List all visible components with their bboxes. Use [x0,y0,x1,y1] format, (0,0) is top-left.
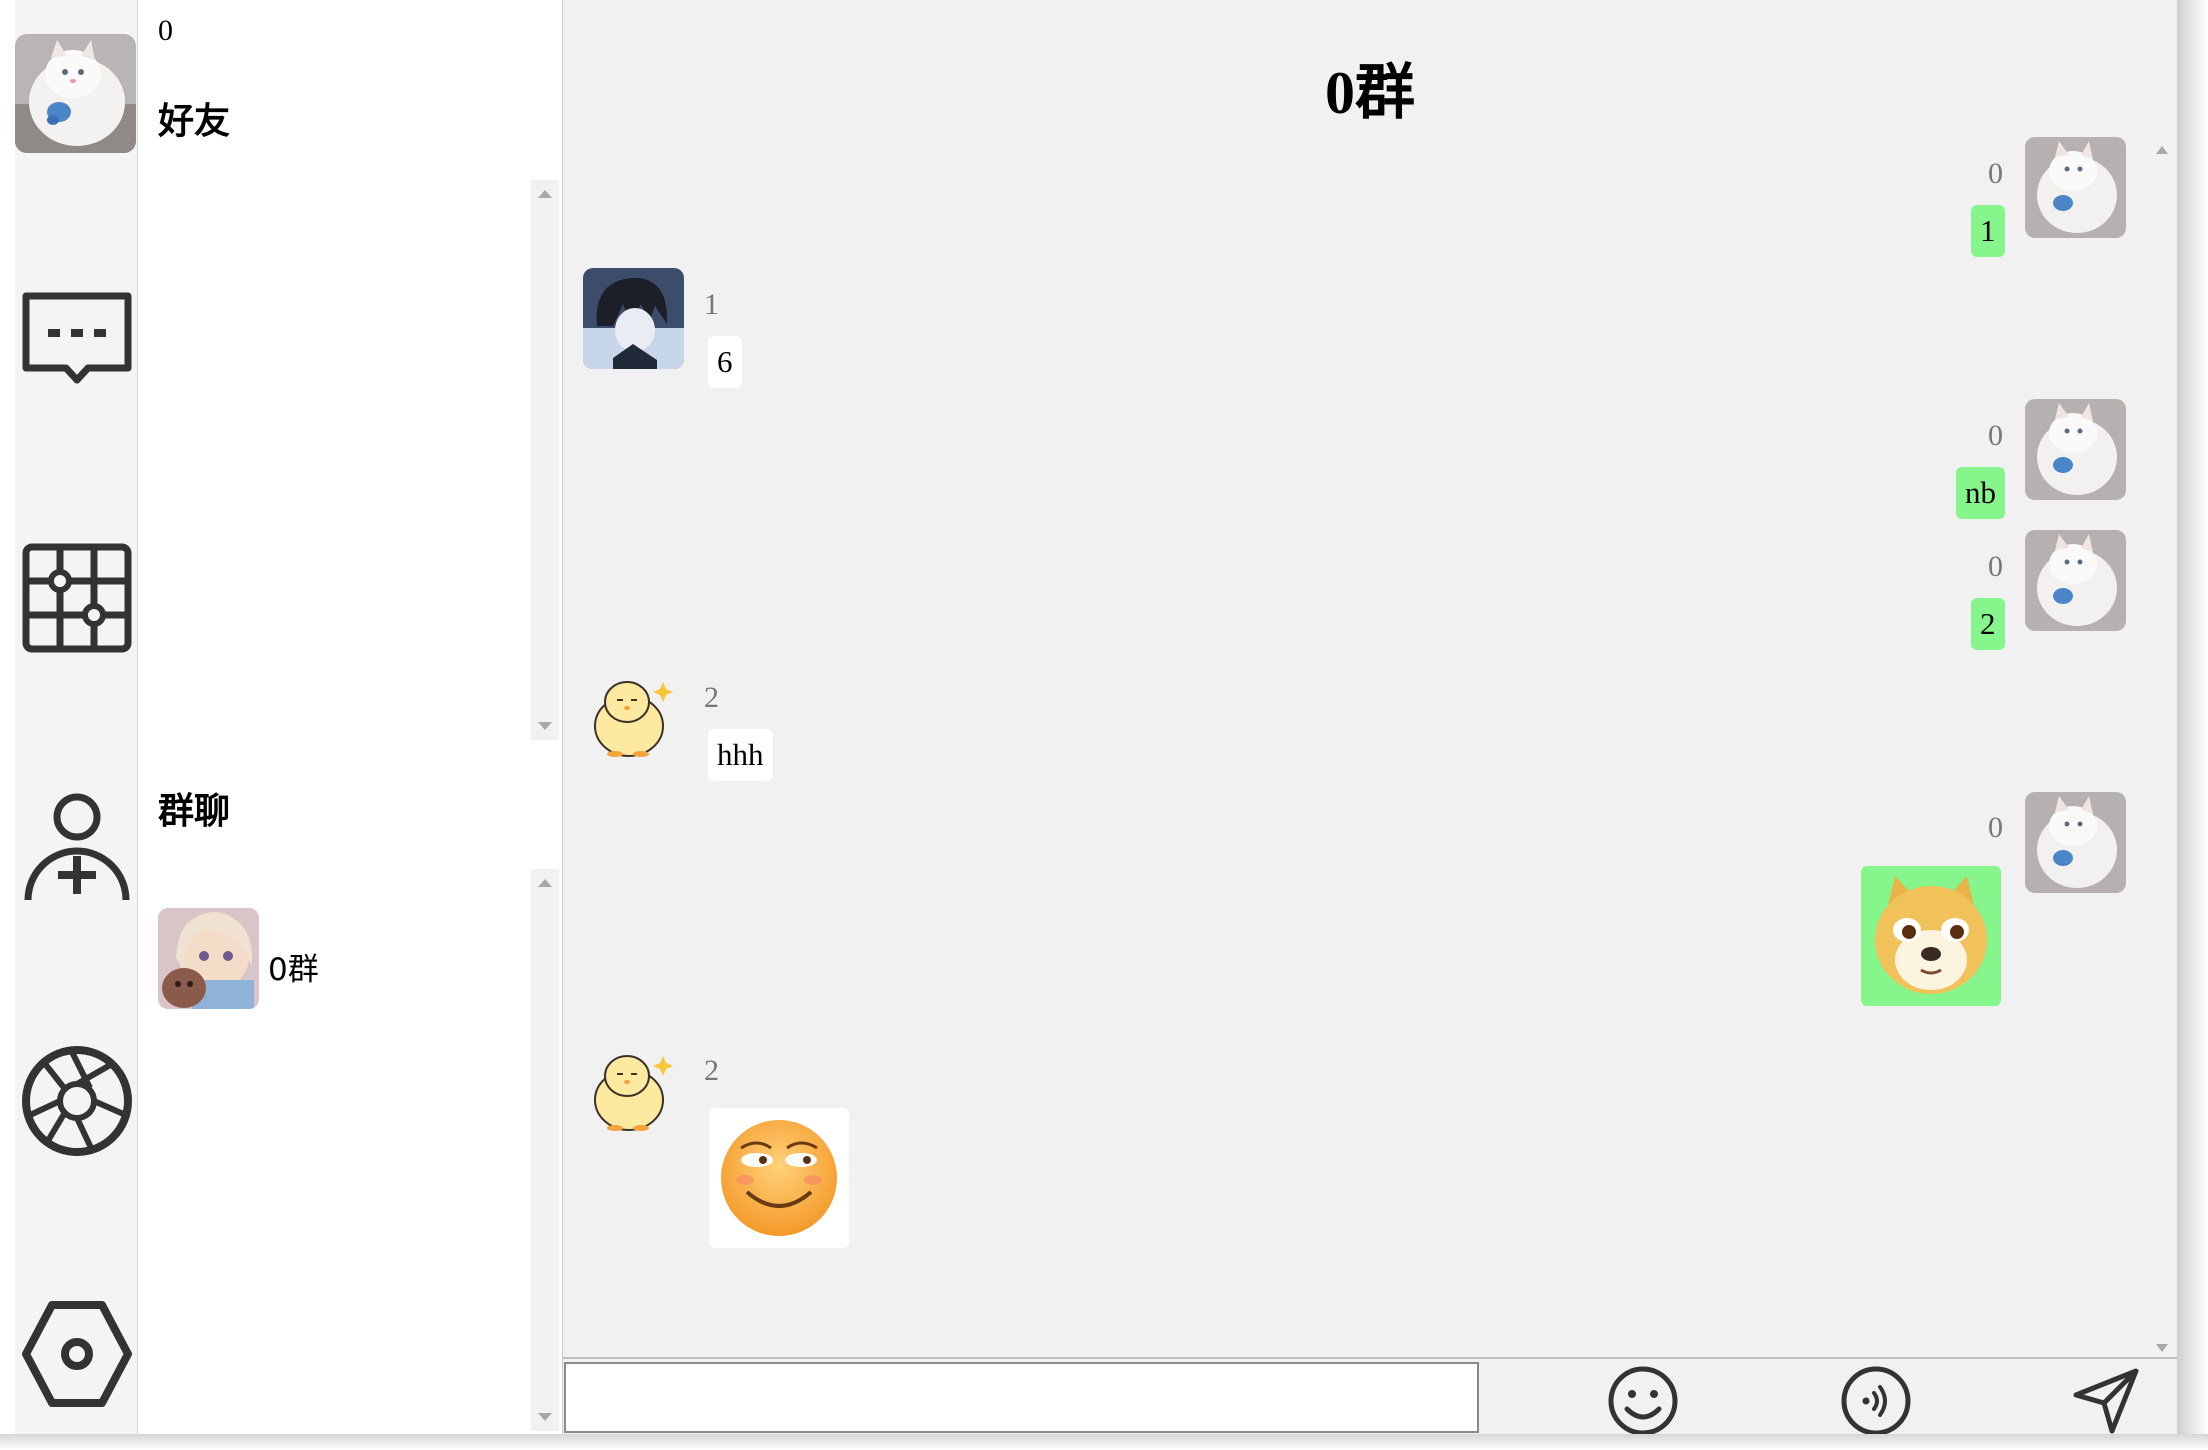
friends-scrollbar[interactable] [531,180,559,740]
sender-name: 0 [1988,811,2003,844]
message-bubble: nb [1956,467,2005,519]
emoji-icon[interactable] [1607,1365,1679,1437]
sender-avatar[interactable] [2025,792,2126,893]
message-input[interactable] [564,1362,1479,1433]
sender-name: 0 [1988,419,2003,452]
aperture-icon[interactable] [20,1044,134,1158]
chat-bubble-icon[interactable] [20,282,134,396]
sender-avatar[interactable] [2025,137,2126,238]
group-list-item[interactable]: 0群 [158,908,518,1010]
scroll-up-arrow-icon[interactable] [538,190,552,198]
message-input-bar [563,1357,2177,1436]
group-name: 0群 [268,952,319,988]
friends-section-title: 好友 [158,101,231,142]
window-shadow-bottom [0,1434,2208,1450]
voice-icon[interactable] [1840,1365,1912,1437]
message-bubble: 6 [708,336,742,388]
contacts-panel: 0 好友 群聊 0群 [138,0,564,1434]
message-bubble: 2 [1971,598,2005,650]
sender-name: 1 [704,288,719,321]
sender-name: 2 [704,681,719,714]
sender-avatar[interactable] [583,268,684,369]
doge-sticker[interactable] [1861,866,2001,1006]
hexagon-settings-icon[interactable] [20,1297,134,1411]
chat-scrollbar[interactable] [2149,130,2177,1352]
scroll-up-arrow-icon[interactable] [2156,146,2168,154]
send-icon[interactable] [2070,1365,2142,1437]
scroll-up-arrow-icon[interactable] [538,879,552,887]
window-shadow-right [2177,0,2208,1450]
user-avatar[interactable] [15,34,136,153]
scroll-down-arrow-icon[interactable] [538,722,552,730]
sender-name: 2 [704,1054,719,1087]
sender-avatar[interactable] [2025,530,2126,631]
message-bubble: hhh [708,729,773,781]
message-bubble: 1 [1971,205,2005,257]
grid-icon[interactable] [20,541,134,655]
sender-avatar[interactable] [583,662,684,763]
add-user-icon[interactable] [20,790,134,904]
sender-name: 0 [1988,157,2003,190]
chat-title: 0群 [1325,60,1415,126]
scroll-down-arrow-icon[interactable] [538,1413,552,1421]
group-avatar [158,908,259,1009]
user-name: 0 [158,14,173,47]
scroll-down-arrow-icon[interactable] [2156,1344,2168,1352]
sender-avatar[interactable] [583,1036,684,1137]
chat-panel: 0群 0 1 1 6 0 nb 0 2 2 hhh 0 2 [563,0,2177,1434]
groups-scrollbar[interactable] [531,869,559,1431]
smirk-emoji-sticker[interactable] [709,1108,849,1248]
sender-name: 0 [1988,550,2003,583]
chat-app: 0 好友 群聊 0群 0群 0 1 1 6 0 nb 0 2 2 hhh 0 2 [0,0,2208,1450]
sender-avatar[interactable] [2025,399,2126,500]
nav-rail [15,0,139,1434]
groups-section-title: 群聊 [158,791,231,832]
